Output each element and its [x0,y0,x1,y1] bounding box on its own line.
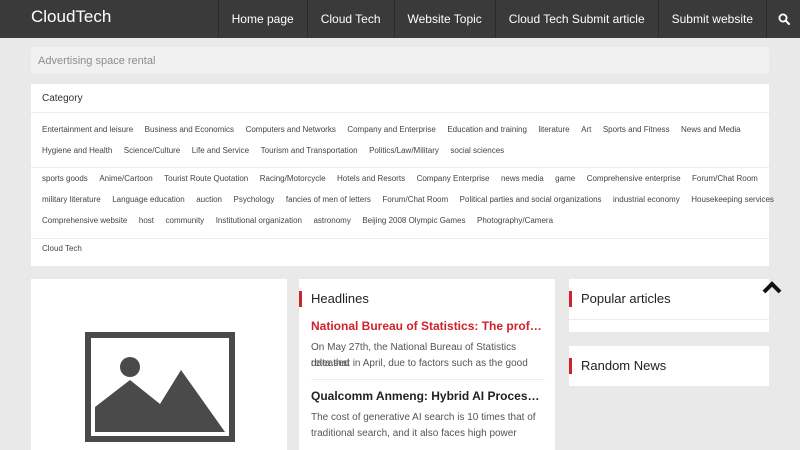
search-button[interactable] [766,0,800,38]
category-tag[interactable]: Science/Culture [124,145,180,157]
category-tag[interactable]: Comprehensive website [42,215,127,227]
category-tag[interactable]: Comprehensive enterprise [587,173,681,185]
image-placeholder-icon [85,332,235,442]
category-tag[interactable]: community [166,215,205,227]
category-panel: Category Entertainment and leisure Busine… [31,84,774,266]
category-tag[interactable]: Beijing 2008 Olympic Games [362,215,465,227]
tag-row: Cloud Tech [42,243,93,255]
divider [569,319,769,320]
category-tag[interactable]: auction [196,194,222,206]
headlines-card: Headlines National Bureau of Statistics:… [299,279,555,450]
category-tag[interactable]: News and Media [681,124,741,136]
category-tag[interactable]: Computers and Networks [246,124,336,136]
category-tag[interactable]: Company and Enterprise [347,124,436,136]
category-tag[interactable]: host [139,215,154,227]
chevron-up-icon[interactable] [762,280,782,294]
category-tag[interactable]: Politics/Law/Military [369,145,439,157]
tag-row: Hygiene and Health Science/Culture Life an… [42,145,516,157]
category-tag[interactable]: Political parties and social organizatio… [460,194,602,206]
nav-cloud-tech[interactable]: Cloud Tech [306,0,394,38]
category-tag[interactable]: social sciences [450,145,504,157]
category-tag[interactable]: literature [538,124,569,136]
category-tag[interactable]: Hotels and Resorts [337,173,405,185]
category-tag[interactable]: Life and Service [192,145,249,157]
category-tag[interactable]: Sports and Fitness [603,124,670,136]
category-tag[interactable]: Anime/Cartoon [99,173,152,185]
featured-image-card[interactable] [31,279,287,450]
top-navbar: CloudTech Home page Cloud Tech Website T… [0,0,800,38]
category-tag[interactable]: Forum/Chat Room [692,173,758,185]
category-tag[interactable]: Photography/Camera [477,215,553,227]
headlines-title: Headlines [299,291,369,307]
category-tag[interactable]: astronomy [313,215,350,227]
category-tag[interactable]: Education and training [447,124,527,136]
tag-row: Comprehensive website host community Instit… [42,215,565,227]
headline-item-title[interactable]: National Bureau of Statistics: The profi… [311,319,545,333]
divider [31,167,769,168]
headline-item-excerpt: The cost of generative AI search is 10 t… [311,412,536,423]
category-tag[interactable]: military literature [42,194,101,206]
nav-home[interactable]: Home page [217,0,307,38]
ad-text: Advertising space rental [38,55,156,67]
divider [31,112,769,113]
popular-articles-widget: Popular articles [569,279,769,332]
category-tag[interactable]: Forum/Chat Room [382,194,448,206]
category-tag[interactable]: Racing/Motorcycle [260,173,326,185]
category-tag[interactable]: Institutional organization [216,215,302,227]
category-tag[interactable]: Psychology [234,194,275,206]
category-tag[interactable]: Hygiene and Health [42,145,112,157]
category-tag[interactable]: Tourism and Transportation [261,145,358,157]
category-tag[interactable]: industrial economy [613,194,680,206]
category-tag[interactable]: Cloud Tech [42,243,82,255]
nav-website-topic[interactable]: Website Topic [393,0,495,38]
category-tag[interactable]: fancies of men of letters [286,194,371,206]
category-tag[interactable]: news media [501,173,544,185]
tag-row: Entertainment and leisure Business and Ec… [42,124,752,136]
category-tag[interactable]: Company Enterprise [417,173,490,185]
category-tag[interactable]: sports goods [42,173,88,185]
nav-submit-article[interactable]: Cloud Tech Submit article [494,0,658,38]
category-tag[interactable]: Business and Economics [145,124,234,136]
category-tag[interactable]: Entertainment and leisure [42,124,133,136]
category-tag[interactable]: Tourist Route Quotation [164,173,248,185]
popular-articles-title: Popular articles [569,291,671,307]
tag-row: military literature Language education auc… [42,194,785,206]
headline-item-excerpt: traditional search, and it also faces hi… [311,428,517,439]
random-news-title: Random News [569,358,666,374]
site-brand[interactable]: CloudTech [31,7,111,27]
nav-submit-website[interactable]: Submit website [657,0,766,38]
category-tag[interactable]: Art [581,124,591,136]
category-title: Category [42,93,83,104]
tag-row: sports goods Anime/Cartoon Tourist Route Q… [42,173,769,185]
divider [31,238,769,239]
search-icon [778,13,790,25]
headline-item-excerpt: data that in April, due to factors such … [311,358,528,369]
random-news-widget: Random News [569,346,769,386]
divider [311,379,545,380]
category-tag[interactable]: game [555,173,575,185]
main-nav: Home page Cloud Tech Website Topic Cloud… [217,0,800,38]
headline-item-title[interactable]: Qualcomm Anmeng: Hybrid AI Processing is… [311,389,545,403]
ad-banner[interactable]: Advertising space rental [31,47,769,74]
category-tag[interactable]: Language education [112,194,185,206]
category-tag[interactable]: Housekeeping services [691,194,774,206]
